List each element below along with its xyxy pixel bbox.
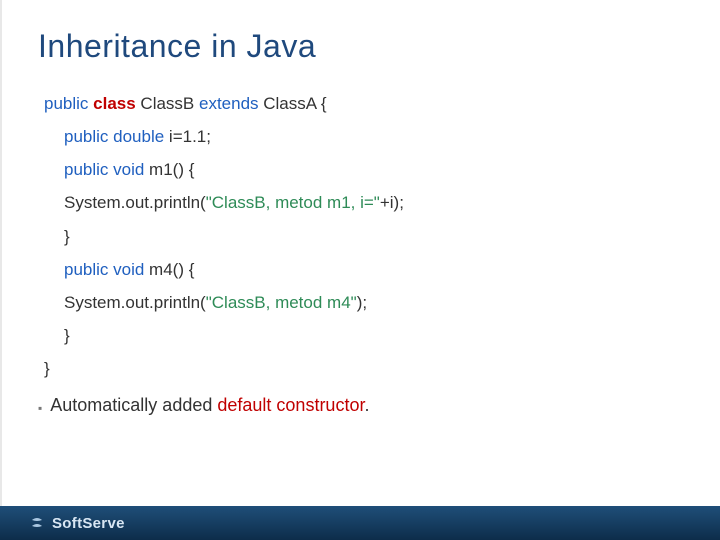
string-literal-1: "ClassB, metod m1, i=" [206, 193, 380, 212]
keyword-public-void: public void [64, 160, 144, 179]
text-m1: m1() { [144, 160, 194, 179]
text-classb: ClassB [136, 94, 199, 113]
keyword-extends: extends [199, 94, 259, 113]
keyword-public-double: public double [64, 127, 164, 146]
text-ivar: i=1.1; [164, 127, 211, 146]
code-line-9: } [44, 352, 684, 385]
code-line-3: public void m1() { [44, 153, 684, 186]
keyword-class: class [93, 94, 136, 113]
text-println: System.out.println( [64, 193, 206, 212]
code-line-5: } [44, 220, 684, 253]
keyword-public-void-2: public void [64, 260, 144, 279]
slide-body: Inheritance in Java public class ClassB … [0, 0, 720, 540]
code-line-6: public void m4() { [44, 253, 684, 286]
bullet-item: ▪ Automatically added default constructo… [38, 395, 684, 421]
logo-icon [28, 514, 46, 532]
bullet-marker: ▪ [38, 395, 42, 421]
keyword-public: public [44, 94, 93, 113]
code-line-4: System.out.println("ClassB, metod m1, i=… [44, 186, 684, 219]
bullet-text: Automatically added default constructor. [50, 395, 369, 416]
code-line-7: System.out.println("ClassB, metod m4"); [44, 286, 684, 319]
page-title: Inheritance in Java [38, 28, 684, 65]
text-plusi: +i); [380, 193, 404, 212]
bullet-part-a: Automatically added [50, 395, 217, 415]
logo-text: SoftServe [52, 515, 125, 532]
text-classa: ClassA { [259, 94, 327, 113]
text-println-2: System.out.println( [64, 293, 206, 312]
text-m4: m4() { [144, 260, 194, 279]
string-literal-2: "ClassB, metod m4" [206, 293, 357, 312]
bullet-part-c: . [364, 395, 369, 415]
bullet-part-b: default constructor [217, 395, 364, 415]
footer-bar: SoftServe [0, 506, 720, 540]
code-line-2: public double i=1.1; [44, 120, 684, 153]
code-line-1: public class ClassB extends ClassA { [44, 87, 684, 120]
code-line-8: } [44, 319, 684, 352]
code-block: public class ClassB extends ClassA { pub… [38, 87, 684, 385]
text-paren: ); [357, 293, 367, 312]
